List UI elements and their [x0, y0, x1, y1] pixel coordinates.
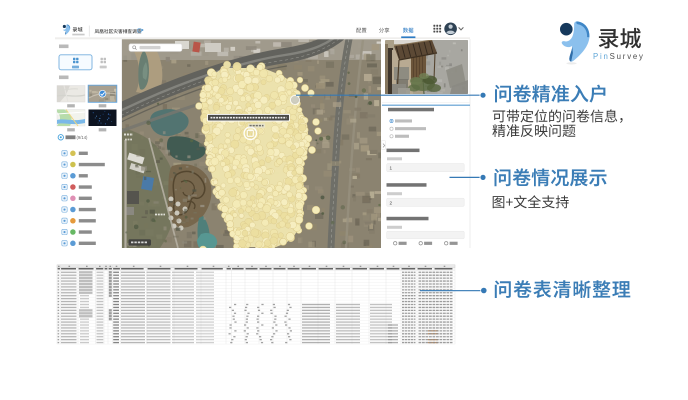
svg-text:2: 2 — [390, 200, 393, 205]
svg-text:(9/14): (9/14) — [77, 135, 89, 140]
svg-text:PinSurvey: PinSurvey — [593, 52, 645, 61]
svg-text:1: 1 — [390, 166, 393, 171]
